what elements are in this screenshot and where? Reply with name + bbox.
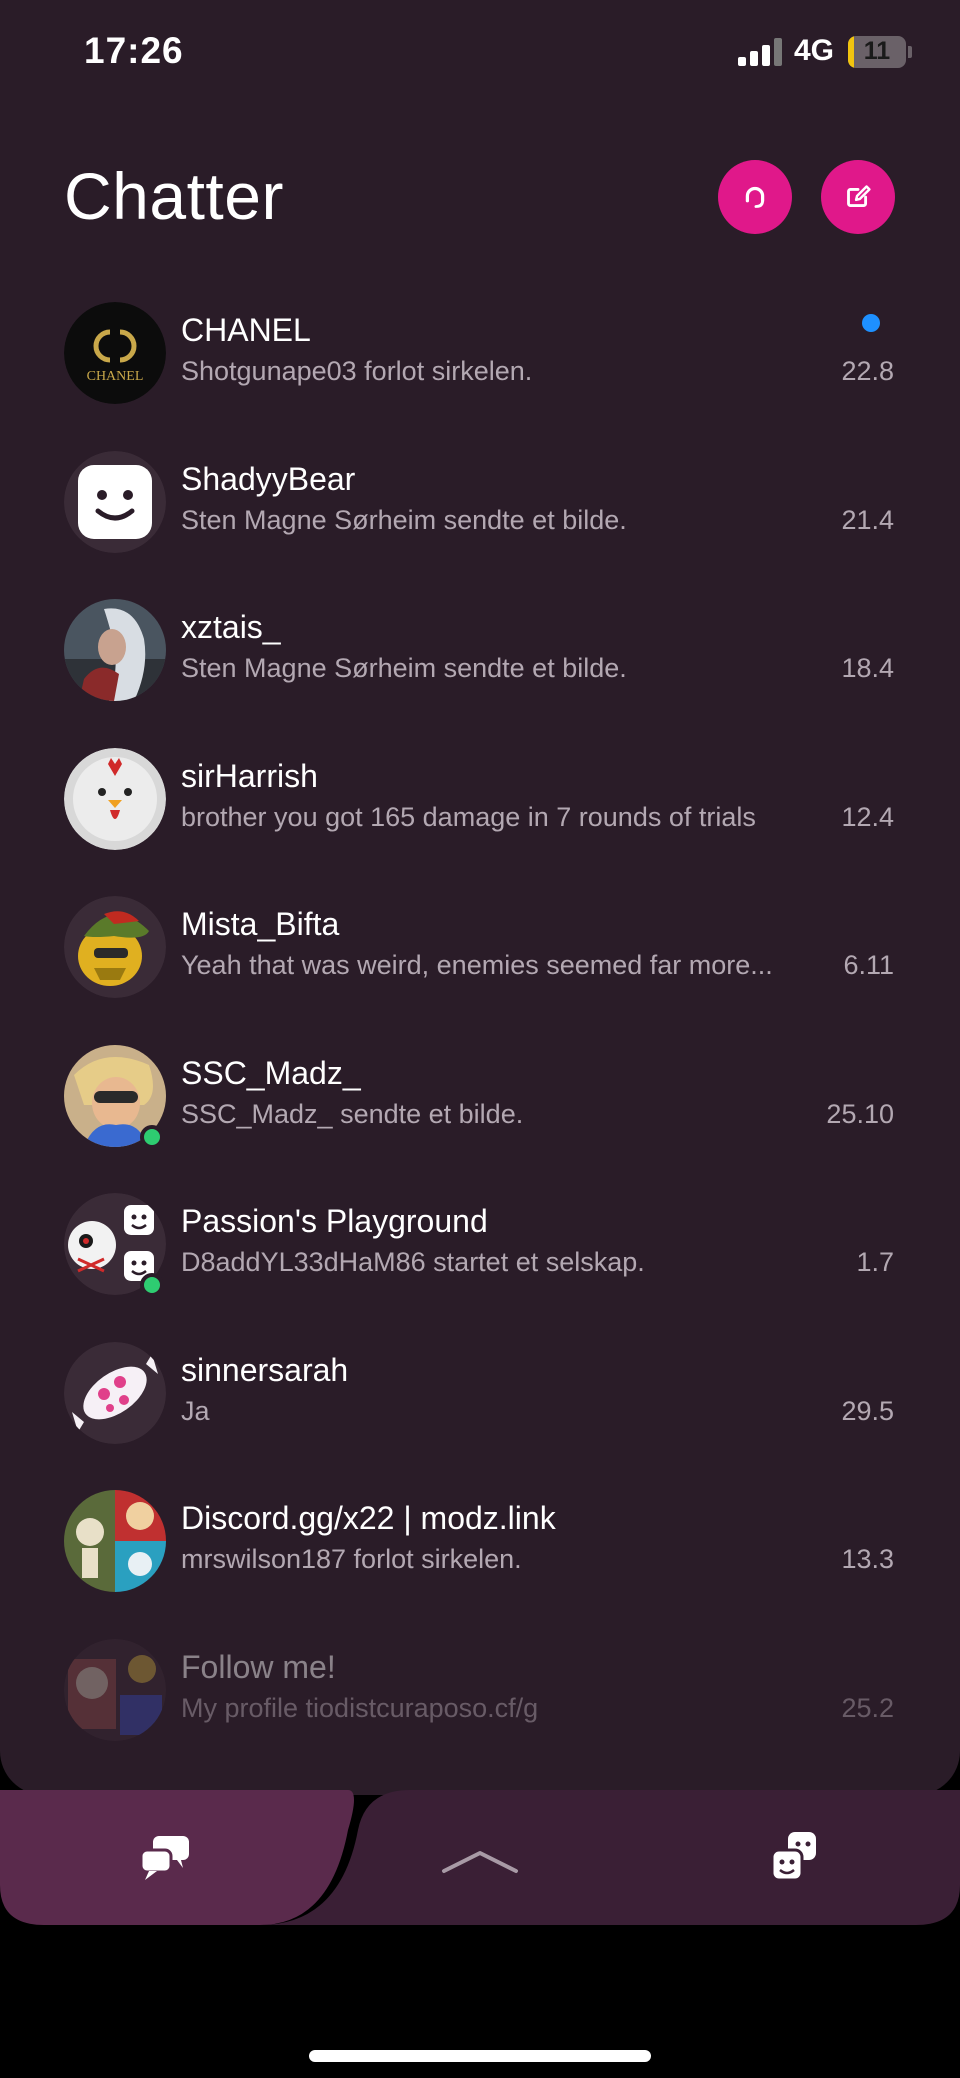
chats-tab[interactable]: [125, 1818, 205, 1898]
expand-button[interactable]: [440, 1822, 520, 1902]
status-time: 17:26: [84, 30, 184, 71]
battery-tip: [908, 46, 912, 58]
chat-name: CHANEL: [181, 312, 311, 348]
avatar: [64, 599, 166, 701]
status-bar: 17:26 4G 11: [0, 0, 960, 100]
chicken-avatar-icon: [64, 747, 166, 850]
avatar: [64, 450, 166, 553]
battery-level: 11: [863, 37, 891, 65]
chat-preview: Shotgunape03 forlot sirkelen.: [181, 356, 533, 386]
candy-avatar-icon: [64, 1341, 166, 1444]
chat-name: Passion's Playground: [181, 1203, 488, 1239]
chat-row[interactable]: SSC_Madz_ SSC_Madz_ sendte et bilde. 25.…: [0, 1025, 960, 1174]
chat-preview: Sten Magne Sørheim sendte et bilde.: [181, 504, 627, 535]
chat-row[interactable]: xztais_ Sten Magne Sørheim sendte et bil…: [0, 579, 960, 728]
svg-text:CHANEL: CHANEL: [87, 369, 144, 384]
support-button[interactable]: [718, 160, 792, 234]
chat-date: 1.7: [856, 1247, 894, 1277]
chat-date: 6.11: [843, 950, 894, 980]
chat-name: Discord.gg/x22 | modz.link: [181, 1500, 556, 1536]
chat-row[interactable]: ShadyyBear Sten Magne Sørheim sendte et …: [0, 431, 960, 580]
chat-date: 18.4: [841, 653, 894, 683]
page-title: Chatter: [64, 159, 284, 233]
chat-date: 29.5: [841, 1395, 894, 1426]
app-screen: 17:26 4G 11 Chatter CHANEL CHANEL Shotgu…: [0, 0, 960, 1795]
chat-preview: My profile tiodistcuraposo.cf/g: [181, 1692, 539, 1723]
chat-bubbles-icon: [139, 1836, 189, 1880]
chat-date: 22.8: [841, 356, 894, 386]
chat-list: CHANEL CHANEL Shotgunape03 forlot sirkel…: [0, 282, 960, 1767]
chat-date: 13.3: [841, 1544, 894, 1574]
avatar: [64, 1638, 166, 1741]
character-avatar-icon: [64, 599, 166, 701]
unread-indicator: [862, 314, 880, 332]
chat-row[interactable]: Passion's Playground D8addYL33dHaM86 sta…: [0, 1173, 960, 1322]
chat-name: sinnersarah: [181, 1351, 349, 1388]
chat-preview: Sten Magne Sørheim sendte et bilde.: [181, 653, 627, 683]
chat-name: ShadyyBear: [181, 460, 356, 497]
chat-date: 12.4: [841, 801, 894, 832]
chat-preview: SSC_Madz_ sendte et bilde.: [181, 1098, 524, 1129]
online-indicator: [140, 1124, 164, 1149]
battery-icon: 11: [848, 36, 906, 68]
chat-row[interactable]: Discord.gg/x22 | modz.link mrswilson187 …: [0, 1470, 960, 1619]
group-collage-avatar-icon: [64, 1490, 166, 1592]
chat-row[interactable]: sirHarrish brother you got 165 damage in…: [0, 728, 960, 877]
chat-name: Follow me!: [181, 1648, 336, 1685]
signal-icon: [738, 38, 782, 66]
chat-date: 21.4: [841, 504, 894, 535]
home-indicator[interactable]: [309, 2050, 651, 2062]
compose-button[interactable]: [821, 160, 895, 234]
chanel-logo-icon: CHANEL: [64, 302, 166, 404]
chat-preview: mrswilson187 forlot sirkelen.: [181, 1544, 522, 1574]
headset-icon: [745, 186, 765, 208]
chat-date: 25.10: [826, 1098, 894, 1129]
chat-preview: Yeah that was weird, enemies seemed far …: [181, 950, 773, 980]
avatar: [64, 1341, 166, 1444]
chat-name: Mista_Bifta: [181, 906, 340, 942]
chat-preview: brother you got 165 damage in 7 rounds o…: [181, 801, 756, 832]
default-face-icon: [64, 450, 166, 553]
chat-name: xztais_: [181, 609, 281, 645]
parties-tab[interactable]: [754, 1816, 834, 1896]
avatar: [64, 896, 166, 998]
party-icon: [770, 1832, 816, 1882]
chat-preview: Ja: [181, 1395, 210, 1426]
chat-date: 25.2: [841, 1692, 894, 1723]
avatar: CHANEL: [64, 302, 166, 404]
chat-row[interactable]: Mista_Bifta Yeah that was weird, enemies…: [0, 876, 960, 1025]
online-indicator: [140, 1273, 164, 1297]
compose-icon: [847, 185, 871, 207]
network-type: 4G: [794, 34, 835, 67]
chat-row[interactable]: Follow me! My profile tiodistcuraposo.cf…: [0, 1619, 960, 1768]
gold-helmet-avatar-icon: [64, 896, 166, 998]
bottom-nav: [0, 1790, 960, 1925]
group-collage-avatar-icon: [64, 1638, 166, 1741]
chat-row[interactable]: CHANEL CHANEL Shotgunape03 forlot sirkel…: [0, 282, 960, 431]
chat-name: sirHarrish: [181, 757, 318, 794]
avatar: [64, 1490, 166, 1592]
chat-preview: D8addYL33dHaM86 startet et selskap.: [181, 1247, 645, 1277]
chat-row[interactable]: sinnersarah Ja 29.5: [0, 1322, 960, 1471]
avatar: [64, 747, 166, 850]
chevron-up-icon: [442, 1851, 518, 1873]
chat-name: SSC_Madz_: [181, 1054, 361, 1091]
